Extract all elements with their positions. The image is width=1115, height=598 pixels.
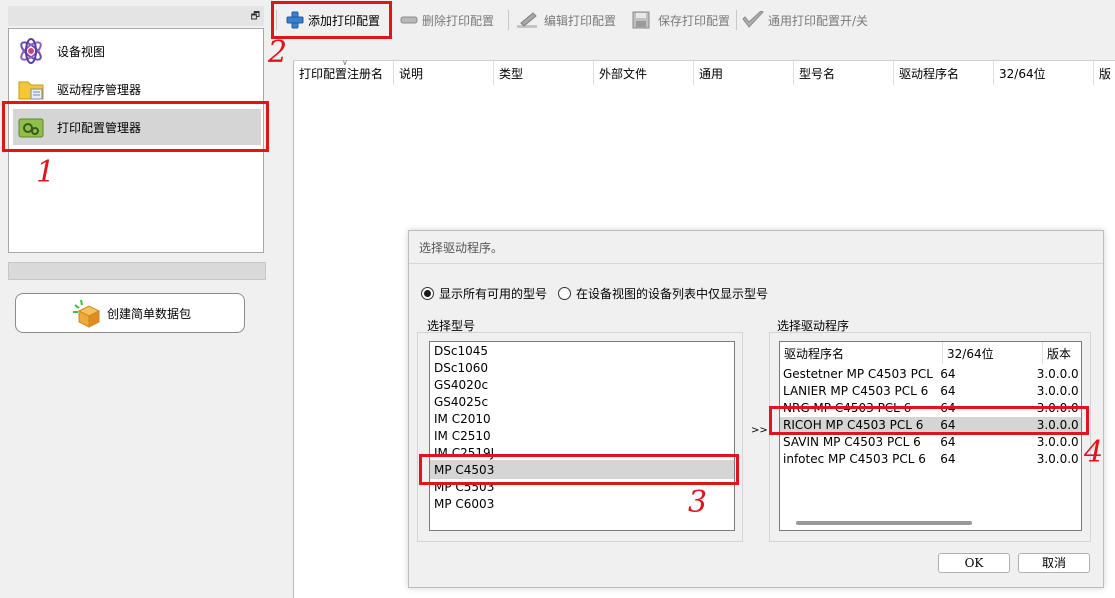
create-package-label: 创建简单数据包 — [106, 306, 191, 321]
annotation-number-2: 2 — [268, 35, 288, 70]
annotation-box-1 — [2, 101, 269, 152]
delete-print-config-label: 删除打印配置 — [422, 13, 495, 28]
list-header: 打印配置注册名 说明 类型 外部文件 通用 型号名 驱动程序名 32/64位 版 — [294, 61, 1115, 85]
annotation-number-1: 1 — [36, 155, 56, 190]
transfer-arrow-indicator: >> — [751, 425, 768, 436]
driver-column-header-name[interactable]: 驱动程序名 — [780, 342, 943, 364]
nav-item-label: 设备视图 — [57, 44, 106, 59]
column-header-universal[interactable]: 通用 — [694, 61, 794, 85]
driver-name-cell: SAVIN MP C4503 PCL 6 — [783, 435, 921, 449]
create-package-button[interactable]: 创建简单数据包 — [15, 293, 245, 333]
radio-show-device-models[interactable]: 在设备视图的设备列表中仅显示型号 — [558, 285, 768, 302]
table-row[interactable]: infotec MP C4503 PCL 6 64 3.0.0.0 — [780, 451, 1081, 468]
nav-item-label: 驱动程序管理器 — [57, 82, 142, 97]
left-splitter-bar — [8, 262, 266, 280]
column-header-bits[interactable]: 32/64位 — [994, 61, 1094, 85]
annotation-number-3: 3 — [688, 485, 708, 520]
left-pane-header: 🗗 — [8, 6, 264, 26]
table-row[interactable]: SAVIN MP C4503 PCL 6 64 3.0.0.0 — [780, 434, 1081, 451]
edit-print-config-button[interactable]: 编辑打印配置 — [516, 6, 616, 34]
folder-icon — [17, 75, 45, 103]
edit-icon — [516, 11, 540, 29]
column-header-version[interactable]: 版 — [1094, 61, 1115, 85]
list-item[interactable]: DSc1060 — [434, 360, 488, 377]
list-item[interactable]: GS4020c — [434, 377, 488, 394]
driver-version-cell: 3.0.0.0 — [1036, 435, 1079, 449]
nav-item-device-view[interactable]: 设备视图 — [13, 33, 261, 69]
dialog-title: 选择驱动程序。 — [419, 241, 504, 255]
driver-bits-cell: 64 — [940, 367, 956, 381]
sort-indicator-icon: ∨ — [342, 58, 348, 67]
toggle-universal-print-config-button[interactable]: 通用打印配置开/关 — [742, 6, 868, 34]
left-lower-area — [8, 340, 292, 598]
toolbar: 添加打印配置 删除打印配置 编辑打印配置 保存打印配置 通用打印配置开/关 — [276, 4, 1115, 36]
edit-print-config-label: 编辑打印配置 — [544, 13, 617, 28]
package-box-icon — [69, 297, 103, 329]
annotation-box-3 — [419, 454, 739, 485]
driver-name-cell: Gestetner MP C4503 PCL 6 — [783, 367, 938, 381]
save-print-config-label: 保存打印配置 — [658, 13, 731, 28]
driver-name-cell: LANIER MP C4503 PCL 6 — [783, 384, 929, 398]
ok-button[interactable]: OK — [938, 553, 1010, 573]
driver-version-cell: 3.0.0.0 — [1036, 367, 1079, 381]
driver-column-header-version[interactable]: 版本 — [1043, 342, 1081, 364]
table-row[interactable]: Gestetner MP C4503 PCL 6 64 3.0.0.0 — [780, 366, 1081, 383]
list-item[interactable]: GS4025c — [434, 394, 488, 411]
driver-bits-cell: 64 — [940, 384, 956, 398]
list-item[interactable]: DSc1045 — [434, 343, 488, 360]
driver-list-header: 驱动程序名 32/64位 版本 — [780, 342, 1081, 364]
driver-name-cell: infotec MP C4503 PCL 6 — [783, 452, 926, 466]
radio-checked-icon — [421, 287, 434, 300]
cancel-button[interactable]: 取消 — [1018, 553, 1090, 573]
annotation-box-4 — [769, 406, 1089, 435]
atom-icon — [17, 37, 45, 65]
restore-window-icon[interactable]: 🗗 — [251, 9, 260, 26]
driver-listview[interactable]: 驱动程序名 32/64位 版本 Gestetner MP C4503 PCL 6… — [779, 341, 1082, 531]
dialog-title-divider — [409, 263, 1103, 264]
horizontal-scrollbar[interactable] — [796, 521, 972, 525]
driver-column-header-bits[interactable]: 32/64位 — [943, 342, 1043, 364]
column-header-driver-name[interactable]: 驱动程序名 — [894, 61, 994, 85]
list-item[interactable]: MP C6003 — [434, 496, 494, 513]
save-print-config-button[interactable]: 保存打印配置 — [632, 6, 730, 34]
delete-print-config-button[interactable]: 删除打印配置 — [400, 6, 494, 34]
column-header-description[interactable]: 说明 — [394, 61, 494, 85]
column-header-type[interactable]: 类型 — [494, 61, 594, 85]
toolbar-separator — [508, 10, 509, 30]
column-header-external-file[interactable]: 外部文件 — [594, 61, 694, 85]
table-row[interactable]: LANIER MP C4503 PCL 6 64 3.0.0.0 — [780, 383, 1081, 400]
radio-show-device-label: 在设备视图的设备列表中仅显示型号 — [576, 287, 769, 301]
list-item[interactable]: IM C2010 — [434, 411, 491, 428]
minus-icon — [400, 11, 418, 29]
toolbar-separator — [736, 10, 737, 30]
driver-version-cell: 3.0.0.0 — [1036, 452, 1079, 466]
radio-unchecked-icon — [558, 287, 571, 300]
radio-show-all-label: 显示所有可用的型号 — [439, 287, 548, 301]
driver-version-cell: 3.0.0.0 — [1036, 384, 1079, 398]
radio-show-all-models[interactable]: 显示所有可用的型号 — [421, 285, 547, 302]
checkmark-icon — [742, 10, 764, 29]
driver-bits-cell: 64 — [940, 435, 956, 449]
annotation-box-2 — [271, 1, 392, 39]
save-icon — [632, 11, 654, 29]
column-header-model-name[interactable]: 型号名 — [794, 61, 894, 85]
driver-bits-cell: 64 — [940, 452, 956, 466]
list-item[interactable]: IM C2510 — [434, 428, 491, 445]
annotation-number-4: 4 — [1084, 435, 1104, 470]
toggle-universal-print-config-label: 通用打印配置开/关 — [768, 13, 869, 28]
